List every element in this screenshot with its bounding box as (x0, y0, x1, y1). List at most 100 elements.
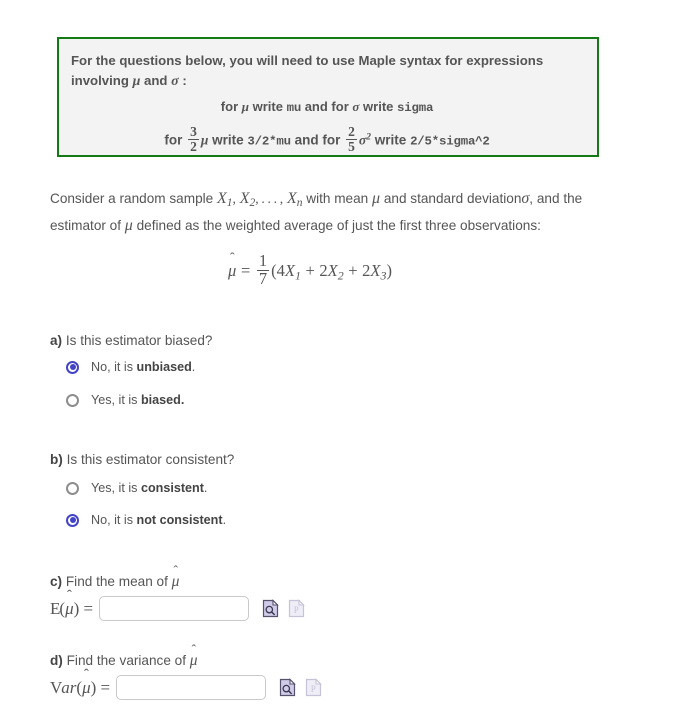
svg-text:P: P (294, 605, 299, 615)
maple-instruction-text: For the questions below, you will need t… (71, 51, 583, 92)
fraction-numerator: 3 (190, 124, 197, 139)
rule1-and-for: and for (304, 99, 349, 114)
question-d-marker: d) (50, 653, 63, 668)
term1-variable: X1 (284, 260, 301, 283)
fraction2-numerator: 2 (348, 124, 355, 139)
option-a-unbiased-label: No, it is unbiased. (91, 360, 196, 374)
plus-sign-1: + (305, 260, 315, 280)
mu-hat-symbol: ˆμ (228, 250, 237, 280)
plus-sign-2: + (348, 260, 358, 280)
ellipsis: , . . . , (255, 191, 284, 206)
answer-c-mu-hat: ˆμ (65, 587, 74, 618)
rule1-for: for (220, 99, 239, 114)
rule1-write: write (252, 99, 283, 114)
maple-rule-line-1: for μ write mu and for σ write sigma (71, 98, 583, 117)
question-a-marker: a) (50, 333, 63, 348)
rule2-write: write (212, 132, 244, 148)
term2-coefficient: 2 (319, 260, 328, 280)
estimator-formula: ˆμ = 1 7 (4X1 + 2X2 + 2X3) (0, 250, 620, 288)
maple-rule-line-2: for 32μ write 3/2*mu and for 2 5 σ2 write … (71, 125, 583, 154)
answer-d-mu-hat: ˆμ (82, 666, 91, 697)
term1-coefficient: 4 (276, 260, 285, 280)
question-c-marker: c) (50, 574, 63, 589)
fraction-two-fifths: 25 (346, 125, 357, 154)
term3-variable: X3 (370, 260, 387, 283)
question-b-prompt: Is this estimator consistent? (66, 452, 235, 467)
option-a-biased[interactable]: Yes, it is biased. (66, 393, 184, 407)
option-b-not-consistent[interactable]: No, it is not consistent. (66, 513, 226, 527)
variance-operator-ar: ar (61, 677, 77, 697)
fraction-three-halves: 32 (188, 125, 199, 154)
radio-a-unbiased[interactable] (66, 360, 79, 374)
problem-statement: Consider a random sample X1, X2, . . . ,… (50, 188, 606, 237)
question-c-mu-hat: ˆμ (171, 563, 180, 590)
problem-line2-b: defined as the weighted average of just … (136, 217, 457, 233)
question-d-mu-hat: ˆμ (189, 642, 198, 669)
option-a-unbiased[interactable]: No, it is unbiased. (66, 360, 195, 374)
paren-close: ) (386, 260, 392, 280)
question-a-prompt: Is this estimator biased? (65, 333, 213, 348)
problem-text-c: and standard deviation (383, 191, 522, 206)
rule1-mu-symbol: μ (241, 99, 249, 114)
fraction-one-seventh: 17 (256, 251, 270, 288)
problem-line3: observations: (460, 217, 541, 233)
maple-lead-and: and (144, 73, 168, 88)
document-magnifier-icon-d[interactable] (279, 678, 296, 697)
variance-expression: Var(ˆ μ) = (50, 666, 111, 697)
random-variable-xn: Xn (286, 190, 303, 210)
answer-input-d[interactable] (116, 675, 267, 700)
random-variable-x1: X1 (217, 190, 233, 210)
comma-1: , (232, 191, 236, 206)
document-palette-icon-c: P (289, 599, 305, 618)
question-c-prompt: Find the mean of (65, 574, 168, 589)
question-d-prompt: Find the variance of (66, 653, 187, 668)
answer-row-d: Var(ˆ μ) = P (50, 666, 322, 700)
problem-text-d: , (529, 191, 534, 206)
question-b-marker: b) (50, 452, 63, 467)
maple-lead-line2-prefix: involving (71, 73, 129, 88)
rule2-code-2: 2/5*sigma^2 (410, 134, 490, 149)
random-variable-x2: X2 (239, 190, 256, 210)
formula-fraction-denominator: 7 (256, 268, 270, 288)
rule2-and-for: and for (294, 132, 341, 148)
question-a-heading: a) Is this estimator biased? (50, 333, 212, 348)
sigma-symbol: σ (171, 74, 179, 89)
question-b-heading: b) Is this estimator consistent? (50, 452, 234, 467)
rule1-code-mu: mu (286, 101, 302, 115)
equals-sign: = (240, 260, 251, 280)
radio-b-consistent[interactable] (66, 481, 79, 495)
radio-a-biased[interactable] (66, 393, 79, 407)
rule2-mu-symbol: μ (200, 132, 209, 148)
variance-operator-v: V (50, 677, 62, 697)
rule1-write-2: write (363, 99, 394, 114)
svg-text:P: P (311, 684, 316, 694)
option-b-not-consistent-label: No, it is not consistent. (91, 513, 227, 527)
maple-lead-colon: : (182, 73, 187, 88)
problem-line2-mu: μ (124, 216, 133, 234)
rule2-write-2: write (374, 132, 407, 148)
mu-symbol: μ (132, 74, 141, 89)
rule1-code-sigma: sigma (397, 101, 434, 115)
rule2-code: 3/2*mu (247, 134, 291, 149)
fraction-denominator: 2 (188, 138, 199, 154)
rule1-sigma-symbol: σ (352, 99, 360, 114)
term2-variable: X2 (327, 260, 344, 283)
rule2-for: for (164, 132, 183, 148)
problem-text-b: with mean (306, 191, 369, 206)
maple-syntax-instruction-box: For the questions below, you will need t… (57, 37, 599, 157)
problem-text-a: Consider a random sample (50, 191, 214, 206)
answer-row-c: E(ˆ μ) = P (50, 587, 305, 621)
radio-b-not-consistent[interactable] (66, 513, 79, 527)
option-b-consistent[interactable]: Yes, it is consistent. (66, 481, 207, 495)
document-magnifier-icon-c[interactable] (262, 599, 279, 618)
formula-fraction-numerator: 1 (258, 251, 268, 270)
expectation-expression: E(ˆ μ) = (50, 587, 94, 618)
answer-input-c[interactable] (99, 596, 250, 621)
problem-mu-symbol: μ (372, 190, 381, 207)
fraction2-denominator: 5 (346, 138, 357, 154)
option-b-consistent-label: Yes, it is consistent. (91, 481, 208, 495)
maple-lead-line1: For the questions below, you will need t… (71, 53, 544, 68)
expectation-operator: E (50, 598, 60, 618)
rule2-sigma-exponent: 2 (366, 131, 372, 143)
option-a-biased-label: Yes, it is biased. (91, 393, 185, 407)
